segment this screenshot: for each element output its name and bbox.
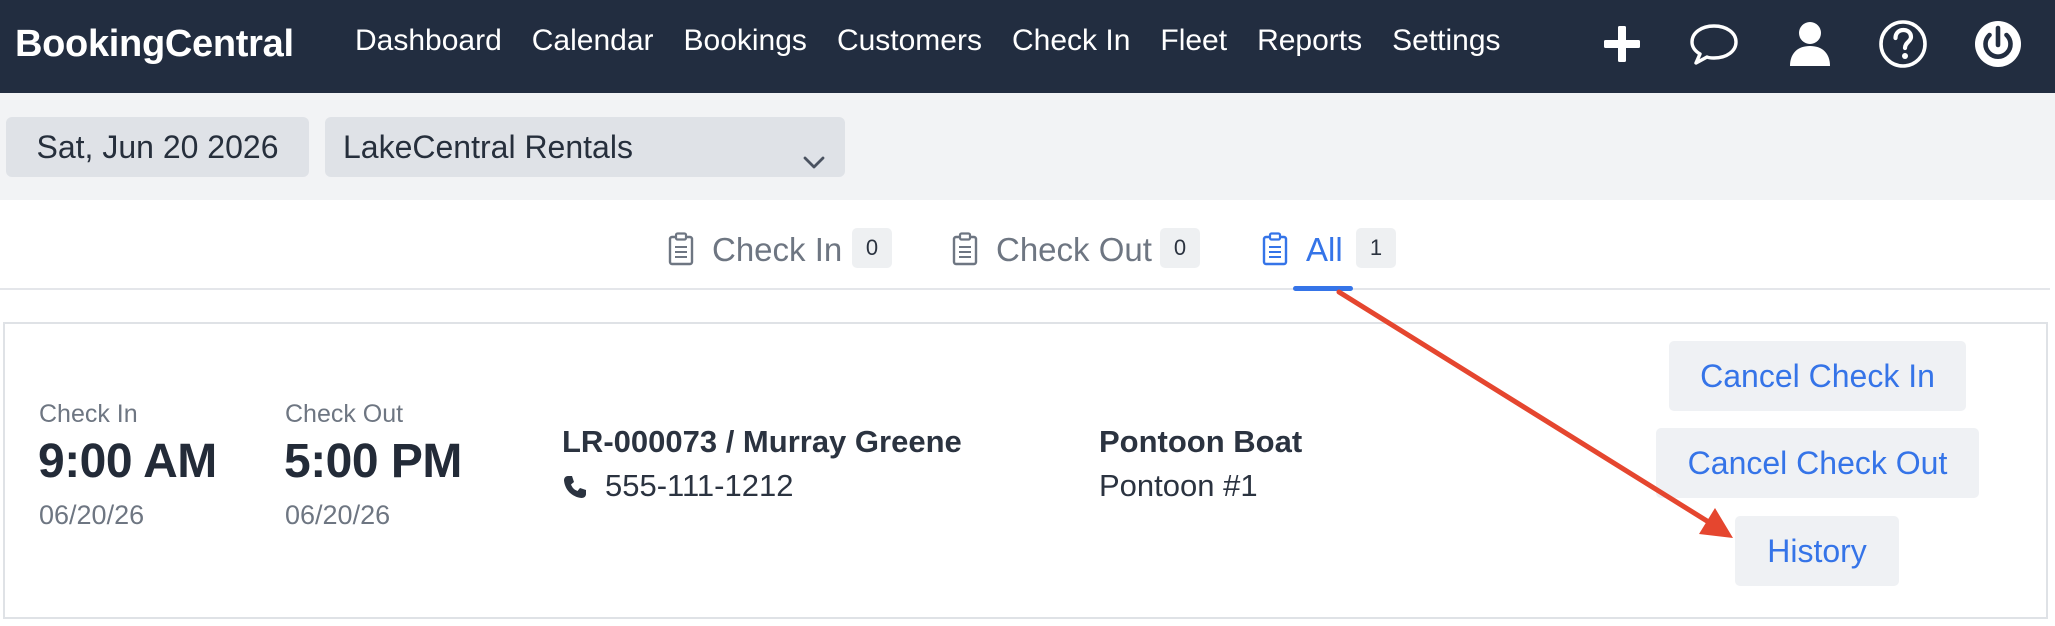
history-button[interactable]: History bbox=[1735, 516, 1899, 586]
plus-icon[interactable] bbox=[1596, 18, 1648, 70]
user-icon[interactable] bbox=[1784, 18, 1836, 70]
chevron-down-icon bbox=[801, 135, 827, 169]
check-in-date: 06/20/26 bbox=[39, 500, 145, 530]
phone-icon bbox=[562, 474, 588, 500]
main-nav: Dashboard Calendar Bookings Customers Ch… bbox=[355, 0, 1531, 82]
cancel-check-in-button[interactable]: Cancel Check In bbox=[1669, 341, 1966, 411]
nav-dashboard[interactable]: Dashboard bbox=[355, 24, 502, 58]
check-out-time: 5:00 PM bbox=[284, 435, 462, 488]
date-picker-button[interactable]: Sat, Jun 20 2026 bbox=[6, 117, 309, 177]
tab-count-badge: 0 bbox=[852, 228, 892, 268]
tab-check-in[interactable]: Check In 0 bbox=[668, 228, 893, 276]
tab-label: All bbox=[1306, 231, 1343, 268]
nav-bookings[interactable]: Bookings bbox=[684, 24, 807, 58]
nav-check-in[interactable]: Check In bbox=[1012, 24, 1130, 58]
tab-check-out[interactable]: Check Out 0 bbox=[952, 228, 1204, 276]
clipboard-icon bbox=[1262, 232, 1288, 266]
location-select-value: LakeCentral Rentals bbox=[343, 129, 633, 165]
nav-settings[interactable]: Settings bbox=[1392, 24, 1500, 58]
asset-type: Pontoon Boat bbox=[1099, 424, 1303, 459]
tab-label: Check Out bbox=[996, 231, 1152, 268]
active-tab-indicator bbox=[1293, 286, 1353, 291]
customer-phone[interactable]: 555-111-1212 bbox=[605, 468, 793, 504]
nav-customers[interactable]: Customers bbox=[837, 24, 982, 58]
clipboard-icon bbox=[952, 232, 978, 266]
nav-reports[interactable]: Reports bbox=[1257, 24, 1362, 58]
tab-all[interactable]: All 1 bbox=[1262, 228, 1396, 276]
asset-name: Pontoon #1 bbox=[1099, 468, 1258, 503]
cancel-check-out-button[interactable]: Cancel Check Out bbox=[1656, 428, 1979, 498]
brand-logo[interactable]: BookingCentral bbox=[15, 0, 294, 88]
power-icon[interactable] bbox=[1972, 18, 2024, 70]
filter-bar: Sat, Jun 20 2026 LakeCentral Rentals bbox=[0, 93, 2055, 200]
chat-bubble-icon[interactable] bbox=[1688, 18, 1740, 70]
check-out-date: 06/20/26 bbox=[285, 500, 391, 530]
status-tabs: Check In 0 Check Out 0 All 1 bbox=[0, 200, 2050, 290]
check-in-time: 9:00 AM bbox=[38, 435, 217, 488]
check-in-label: Check In bbox=[39, 400, 138, 428]
location-select[interactable]: LakeCentral Rentals bbox=[325, 117, 845, 177]
tab-count-badge: 0 bbox=[1160, 228, 1200, 268]
tab-count-badge: 1 bbox=[1356, 228, 1396, 268]
booking-reference[interactable]: LR-000073 / Murray Greene bbox=[562, 424, 962, 460]
nav-fleet[interactable]: Fleet bbox=[1160, 24, 1227, 58]
top-navbar: BookingCentral Dashboard Calendar Bookin… bbox=[0, 0, 2055, 93]
tab-label: Check In bbox=[712, 231, 843, 268]
booking-card: Check In 9:00 AM 06/20/26 Check Out 5:00… bbox=[3, 322, 2048, 619]
check-out-label: Check Out bbox=[285, 400, 404, 428]
nav-calendar[interactable]: Calendar bbox=[532, 24, 654, 58]
help-icon[interactable] bbox=[1877, 18, 1929, 70]
clipboard-icon bbox=[668, 232, 694, 266]
